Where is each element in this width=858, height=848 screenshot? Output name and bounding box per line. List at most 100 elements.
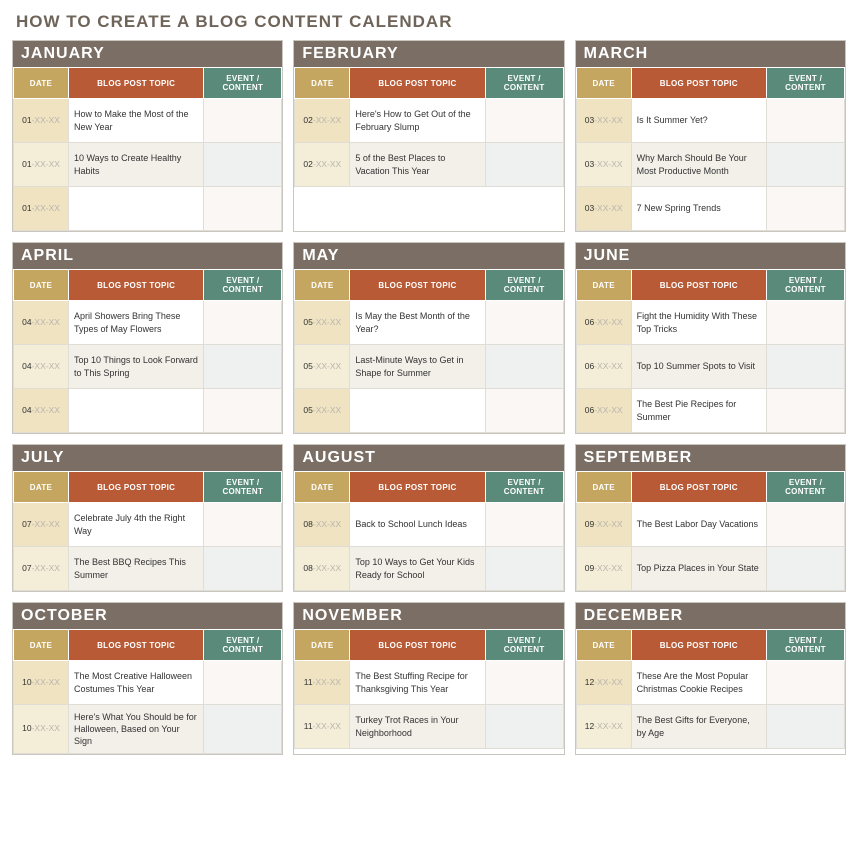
- column-header-topic: BLOG POST TOPIC: [350, 630, 485, 661]
- date-cell: 12-XX-XX: [576, 661, 631, 705]
- date-cell: 05-XX-XX: [295, 301, 350, 345]
- column-header-date: DATE: [14, 270, 69, 301]
- column-header-date: DATE: [14, 472, 69, 503]
- month-card: FEBRUARYDATEBLOG POST TOPICEVENT / CONTE…: [293, 40, 564, 232]
- topic-cell: 7 New Spring Trends: [631, 187, 766, 231]
- date-cell: 07-XX-XX: [14, 547, 69, 591]
- column-header-date: DATE: [295, 270, 350, 301]
- event-cell: [204, 301, 282, 345]
- table-row: 09-XX-XXThe Best Labor Day Vacations: [576, 503, 844, 547]
- topic-cell: The Best Pie Recipes for Summer: [631, 389, 766, 433]
- month-name: JANUARY: [13, 41, 282, 67]
- table-row: 01-XX-XX: [14, 187, 282, 231]
- event-cell: [204, 187, 282, 231]
- topic-cell: The Best BBQ Recipes This Summer: [69, 547, 204, 591]
- table-row: 05-XX-XX: [295, 389, 563, 433]
- table-row: 04-XX-XXTop 10 Things to Look Forward to…: [14, 345, 282, 389]
- date-cell: 01-XX-XX: [14, 143, 69, 187]
- column-header-event: EVENT / CONTENT: [767, 270, 845, 301]
- column-header-date: DATE: [295, 472, 350, 503]
- event-cell: [767, 143, 845, 187]
- event-cell: [204, 661, 282, 705]
- column-header-topic: BLOG POST TOPIC: [350, 472, 485, 503]
- date-cell: 11-XX-XX: [295, 661, 350, 705]
- column-header-topic: BLOG POST TOPIC: [350, 270, 485, 301]
- table-row: 04-XX-XXApril Showers Bring These Types …: [14, 301, 282, 345]
- event-cell: [204, 99, 282, 143]
- month-table: DATEBLOG POST TOPICEVENT / CONTENT01-XX-…: [13, 67, 282, 231]
- event-cell: [485, 301, 563, 345]
- event-cell: [485, 389, 563, 433]
- column-header-topic: BLOG POST TOPIC: [350, 68, 485, 99]
- table-row: 08-XX-XXBack to School Lunch Ideas: [295, 503, 563, 547]
- column-header-topic: BLOG POST TOPIC: [69, 270, 204, 301]
- date-cell: 01-XX-XX: [14, 99, 69, 143]
- column-header-event: EVENT / CONTENT: [767, 68, 845, 99]
- topic-cell: These Are the Most Popular Christmas Coo…: [631, 661, 766, 705]
- month-card: OCTOBERDATEBLOG POST TOPICEVENT / CONTEN…: [12, 602, 283, 755]
- event-cell: [767, 99, 845, 143]
- month-name: MAY: [294, 243, 563, 269]
- date-cell: 02-XX-XX: [295, 99, 350, 143]
- event-cell: [485, 345, 563, 389]
- month-table: DATEBLOG POST TOPICEVENT / CONTENT04-XX-…: [13, 269, 282, 433]
- month-name: APRIL: [13, 243, 282, 269]
- table-row: 06-XX-XXTop 10 Summer Spots to Visit: [576, 345, 844, 389]
- topic-cell: Top 10 Things to Look Forward to This Sp…: [69, 345, 204, 389]
- topic-cell: Turkey Trot Races in Your Neighborhood: [350, 705, 485, 749]
- event-cell: [204, 345, 282, 389]
- month-table: DATEBLOG POST TOPICEVENT / CONTENT10-XX-…: [13, 629, 282, 754]
- table-row: 10-XX-XXHere's What You Should be for Ha…: [14, 705, 282, 754]
- event-cell: [767, 345, 845, 389]
- date-cell: 02-XX-XX: [295, 143, 350, 187]
- column-header-event: EVENT / CONTENT: [204, 472, 282, 503]
- topic-cell: The Most Creative Halloween Costumes Thi…: [69, 661, 204, 705]
- event-cell: [204, 503, 282, 547]
- topic-cell: [350, 389, 485, 433]
- event-cell: [204, 389, 282, 433]
- column-header-event: EVENT / CONTENT: [204, 630, 282, 661]
- date-cell: 09-XX-XX: [576, 547, 631, 591]
- date-cell: 04-XX-XX: [14, 345, 69, 389]
- date-cell: 06-XX-XX: [576, 301, 631, 345]
- date-cell: 06-XX-XX: [576, 345, 631, 389]
- date-cell: 03-XX-XX: [576, 143, 631, 187]
- table-row: 03-XX-XXIs It Summer Yet?: [576, 99, 844, 143]
- topic-cell: Here's What You Should be for Halloween,…: [69, 705, 204, 754]
- topic-cell: Is May the Best Month of the Year?: [350, 301, 485, 345]
- table-row: 02-XX-XX5 of the Best Places to Vacation…: [295, 143, 563, 187]
- topic-cell: How to Make the Most of the New Year: [69, 99, 204, 143]
- month-name: NOVEMBER: [294, 603, 563, 629]
- column-header-event: EVENT / CONTENT: [767, 630, 845, 661]
- month-card: JANUARYDATEBLOG POST TOPICEVENT / CONTEN…: [12, 40, 283, 232]
- topic-cell: Last-Minute Ways to Get in Shape for Sum…: [350, 345, 485, 389]
- topic-cell: Back to School Lunch Ideas: [350, 503, 485, 547]
- event-cell: [485, 705, 563, 749]
- column-header-event: EVENT / CONTENT: [485, 630, 563, 661]
- date-cell: 05-XX-XX: [295, 345, 350, 389]
- column-header-date: DATE: [14, 68, 69, 99]
- event-cell: [767, 389, 845, 433]
- topic-cell: 5 of the Best Places to Vacation This Ye…: [350, 143, 485, 187]
- month-name: JUNE: [576, 243, 845, 269]
- column-header-topic: BLOG POST TOPIC: [631, 68, 766, 99]
- month-name: OCTOBER: [13, 603, 282, 629]
- table-row: 05-XX-XXIs May the Best Month of the Yea…: [295, 301, 563, 345]
- table-row: 08-XX-XXTop 10 Ways to Get Your Kids Rea…: [295, 547, 563, 591]
- month-table: DATEBLOG POST TOPICEVENT / CONTENT02-XX-…: [294, 67, 563, 187]
- column-header-date: DATE: [14, 630, 69, 661]
- calendar-grid: JANUARYDATEBLOG POST TOPICEVENT / CONTEN…: [12, 40, 846, 755]
- month-table: DATEBLOG POST TOPICEVENT / CONTENT06-XX-…: [576, 269, 845, 433]
- table-row: 07-XX-XXThe Best BBQ Recipes This Summer: [14, 547, 282, 591]
- month-card: APRILDATEBLOG POST TOPICEVENT / CONTENT0…: [12, 242, 283, 434]
- table-row: 01-XX-XX10 Ways to Create Healthy Habits: [14, 143, 282, 187]
- date-cell: 11-XX-XX: [295, 705, 350, 749]
- column-header-date: DATE: [576, 270, 631, 301]
- date-cell: 03-XX-XX: [576, 99, 631, 143]
- topic-cell: Top 10 Summer Spots to Visit: [631, 345, 766, 389]
- event-cell: [485, 503, 563, 547]
- column-header-event: EVENT / CONTENT: [204, 270, 282, 301]
- column-header-topic: BLOG POST TOPIC: [69, 472, 204, 503]
- date-cell: 03-XX-XX: [576, 187, 631, 231]
- topic-cell: Is It Summer Yet?: [631, 99, 766, 143]
